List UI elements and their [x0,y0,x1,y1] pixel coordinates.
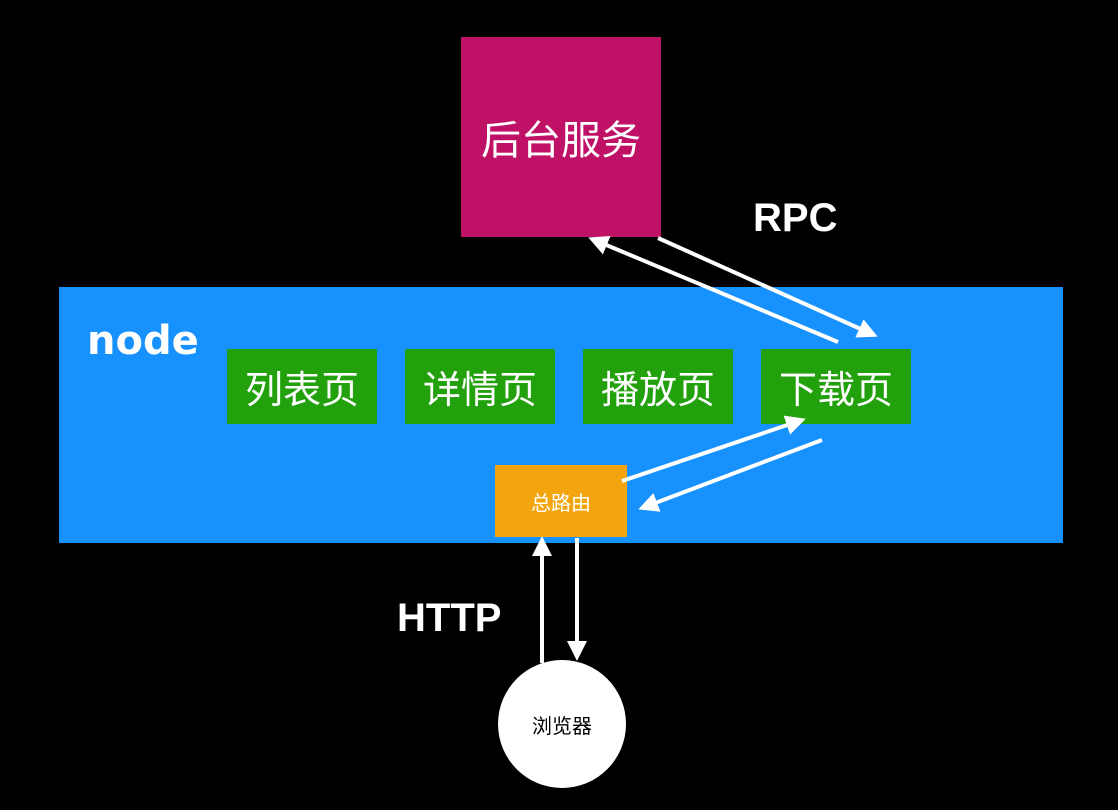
arrows-layer [532,235,878,663]
arrow-download-to-router [638,438,823,512]
arrow-router-to-download [621,415,806,483]
arrow-download-to-backend [588,235,839,344]
arrow-backend-to-download [657,236,878,338]
